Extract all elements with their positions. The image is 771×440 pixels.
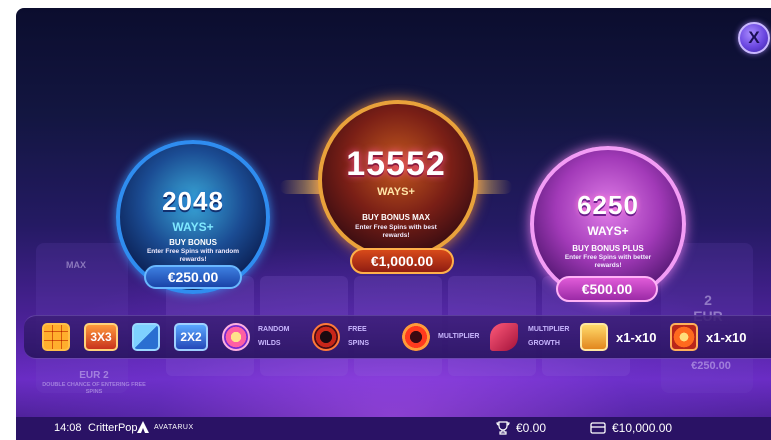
- golden-symbol-icon: [580, 323, 608, 351]
- background-tag: MAX: [66, 260, 86, 270]
- buy-bonus-plus-card[interactable]: 6250 WAYS+ BUY BONUS PLUS Enter Free Spi…: [530, 146, 686, 306]
- ways-label: WAYS+: [377, 186, 415, 198]
- buy-bonus-plus-price-button[interactable]: €500.00: [556, 276, 658, 302]
- multiplier-growth-label-1: MULTIPLIER: [528, 326, 570, 333]
- background-right-price: €250.00: [691, 360, 731, 372]
- bonus-title: BUY BONUS MAX: [362, 213, 430, 222]
- multiplier-range-2: x1-x10: [706, 330, 747, 345]
- status-bar: 14:08 CritterPop AVATARUX €0.00 €10,000.…: [16, 417, 771, 440]
- grid-icon: [42, 323, 70, 351]
- shard-icon: [132, 323, 160, 351]
- buy-bonus-max-card[interactable]: 15552 WAYS+ BUY BONUS MAX Enter Free Spi…: [280, 100, 512, 280]
- multiplier-growth-label-2: GROWTH: [528, 340, 560, 347]
- brand-logo-icon: [136, 420, 150, 437]
- bonus-description: Enter Free Spins with best rewards!: [355, 224, 437, 239]
- random-wilds-icon: [222, 323, 250, 351]
- ways-label: WAYS+: [587, 224, 629, 238]
- buy-bonus-max-price-button[interactable]: €1,000.00: [350, 248, 454, 274]
- ways-count: 6250: [577, 190, 639, 220]
- multiplier-growth-icon: [490, 323, 518, 351]
- close-button[interactable]: X: [738, 22, 770, 54]
- bonus-title: BUY BONUS: [169, 238, 217, 247]
- ways-count: 2048: [162, 186, 224, 216]
- brand-name: AVATARUX: [154, 424, 194, 431]
- clock: 14:08: [54, 422, 82, 434]
- ways-label: WAYS+: [172, 220, 214, 234]
- multiplier-icon: [402, 323, 430, 351]
- bonus-title: BUY BONUS PLUS: [572, 244, 644, 253]
- win-amount: €0.00: [516, 421, 547, 435]
- multiplier-range-1: x1-x10: [616, 330, 657, 345]
- size-2x2-icon: 2X2: [174, 323, 208, 351]
- wallet-icon: [590, 421, 606, 438]
- background-left-value: EUR 2: [79, 370, 109, 381]
- game-name: CritterPop: [88, 422, 138, 434]
- size-3x3-icon: 3X3: [84, 323, 118, 351]
- random-wilds-label-2: WILDS: [258, 340, 281, 347]
- random-wilds-label-1: RANDOM: [258, 326, 290, 333]
- background-left-desc: DOUBLE CHANCE OF ENTERING FREE SPINS: [42, 382, 146, 395]
- bonus-description: Enter Free Spins with better rewards!: [564, 254, 652, 269]
- free-spins-label-2: SPINS: [348, 340, 370, 347]
- background-right-value: 2: [704, 292, 712, 308]
- buy-bonus-card[interactable]: 2048 WAYS+ BUY BONUS Enter Free Spins wi…: [116, 140, 270, 295]
- buy-bonus-price-button[interactable]: €250.00: [144, 265, 242, 289]
- fire-symbol-icon: [670, 323, 698, 351]
- ways-count: 15552: [346, 145, 446, 183]
- trophy-icon: [495, 420, 511, 439]
- free-spins-icon: [312, 323, 340, 351]
- multiplier-label: MULTIPLIER: [438, 333, 480, 340]
- balance-amount: €10,000.00: [612, 421, 673, 435]
- bonus-description: Enter Free Spins with random rewards!: [146, 248, 240, 263]
- free-spins-label-1: FREE: [348, 326, 367, 333]
